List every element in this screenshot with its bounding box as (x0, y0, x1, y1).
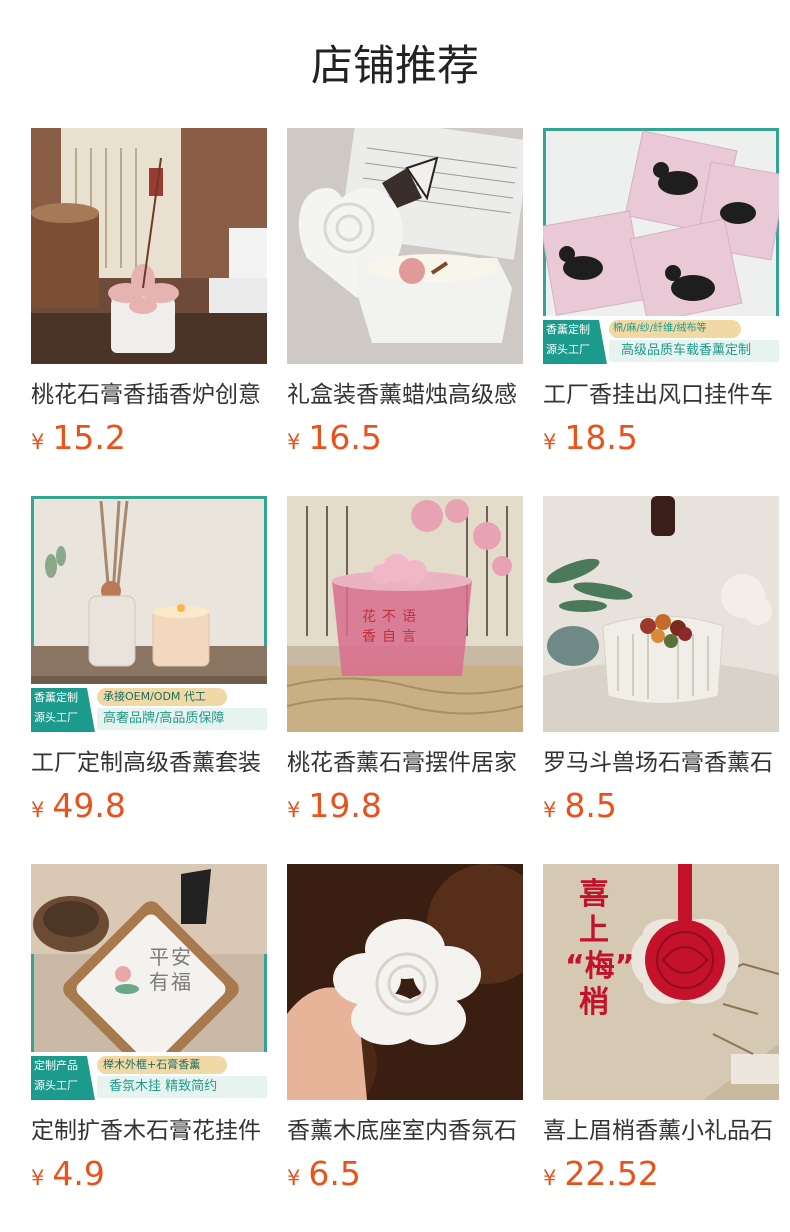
currency-symbol: ¥ (31, 430, 45, 454)
product-price: ¥8.5 (543, 784, 617, 828)
product-image[interactable] (31, 128, 267, 364)
product-title[interactable]: 工厂定制高级香薰套装 (31, 746, 267, 780)
price-value: 6.5 (308, 1154, 361, 1193)
product-price: ¥16.5 (287, 416, 382, 460)
svg-text:自: 自 (382, 629, 396, 645)
currency-symbol: ¥ (31, 798, 45, 822)
svg-text:安: 安 (171, 945, 191, 969)
product-title[interactable]: 定制扩香木石膏花挂件 (31, 1114, 267, 1148)
product-price: ¥18.5 (543, 416, 638, 460)
svg-text:福: 福 (171, 970, 191, 994)
badge-slogan: 香氛木挂 精致简约 (109, 1079, 218, 1094)
product-image[interactable]: 香薰定制 源头工厂 承接OEM/ODM 代工 高奢品牌/高品质保障 (31, 496, 267, 732)
svg-text:花: 花 (362, 609, 376, 625)
price-value: 4.9 (52, 1154, 105, 1193)
price-value: 49.8 (52, 786, 126, 825)
badge-slogan: 高级品质车载香薰定制 (621, 343, 752, 358)
currency-symbol: ¥ (287, 1166, 301, 1190)
product-image[interactable] (287, 864, 523, 1100)
product-title[interactable]: 香薰木底座室内香氛石 (287, 1114, 523, 1148)
product-image[interactable] (287, 128, 523, 364)
product-title[interactable]: 工厂香挂出风口挂件车 (543, 378, 779, 412)
price-value: 15.2 (52, 418, 126, 457)
product-title[interactable]: 喜上眉梢香薰小礼品石 (543, 1114, 779, 1148)
badge-left-bottom: 源头工厂 (546, 343, 590, 356)
svg-text:“梅”: “梅” (565, 949, 634, 984)
product-title[interactable]: 罗马斗兽场石膏香薰石 (543, 746, 779, 780)
product-title[interactable]: 桃花香薰石膏摆件居家 (287, 746, 523, 780)
product-price: ¥49.8 (31, 784, 126, 828)
badge-tag: 承接OEM/ODM 代工 (103, 690, 206, 703)
price-value: 19.8 (308, 786, 382, 825)
product-title[interactable]: 礼盒装香薰蜡烛高级感 (287, 378, 523, 412)
svg-text:喜: 喜 (579, 877, 609, 912)
badge-left-bottom: 源头工厂 (34, 1079, 78, 1092)
product-image[interactable]: 平 安 有 福 定制产品 源头工厂 榉木外框+石膏香薰 香氛木挂 精致简约 (31, 864, 267, 1100)
badge-left-top: 定制产品 (34, 1059, 78, 1072)
badge-tag: 棉/麻/纱/纤维/绒布等 (613, 323, 707, 334)
price-value: 8.5 (564, 786, 617, 825)
currency-symbol: ¥ (543, 1166, 557, 1190)
svg-text:上: 上 (579, 913, 609, 948)
product-price: ¥22.52 (543, 1152, 659, 1196)
badge-tag: 榉木外框+石膏香薰 (103, 1058, 201, 1071)
product-image[interactable]: 香薰定制 源头工厂 棉/麻/纱/纤维/绒布等 高级品质车载香薰定制 (543, 128, 779, 364)
badge-overlay: 香薰定制 源头工厂 承接OEM/ODM 代工 高奢品牌/高品质保障 (31, 688, 267, 732)
svg-text:语: 语 (402, 609, 416, 625)
product-image[interactable]: 喜 上 “梅” 梢 (543, 864, 779, 1100)
svg-text:言: 言 (402, 629, 416, 645)
svg-text:梢: 梢 (579, 985, 609, 1020)
currency-symbol: ¥ (543, 430, 557, 454)
badge-left-top: 香薰定制 (34, 691, 78, 704)
badge-left-top: 香薰定制 (546, 323, 590, 336)
product-price: ¥4.9 (31, 1152, 105, 1196)
product-price: ¥15.2 (31, 416, 126, 460)
svg-text:不: 不 (382, 609, 396, 625)
product-image[interactable]: 花 不 语 香 自 言 (287, 496, 523, 732)
product-price: ¥19.8 (287, 784, 382, 828)
price-value: 16.5 (308, 418, 382, 457)
currency-symbol: ¥ (287, 430, 301, 454)
badge-slogan: 高奢品牌/高品质保障 (103, 711, 225, 726)
badge-overlay: 定制产品 源头工厂 榉木外框+石膏香薰 香氛木挂 精致简约 (31, 1056, 267, 1100)
product-title[interactable]: 桃花石膏香插香炉创意 (31, 378, 267, 412)
currency-symbol: ¥ (31, 1166, 45, 1190)
product-price: ¥6.5 (287, 1152, 361, 1196)
price-value: 22.52 (564, 1154, 659, 1193)
svg-text:有: 有 (149, 970, 169, 994)
currency-symbol: ¥ (543, 798, 557, 822)
product-image[interactable] (543, 496, 779, 732)
currency-symbol: ¥ (287, 798, 301, 822)
badge-overlay: 香薰定制 源头工厂 棉/麻/纱/纤维/绒布等 高级品质车载香薰定制 (543, 320, 779, 364)
svg-text:平: 平 (149, 945, 169, 969)
price-value: 18.5 (564, 418, 638, 457)
badge-left-bottom: 源头工厂 (34, 711, 78, 724)
page-title: 店铺推荐 (310, 41, 479, 90)
svg-text:香: 香 (362, 629, 376, 645)
